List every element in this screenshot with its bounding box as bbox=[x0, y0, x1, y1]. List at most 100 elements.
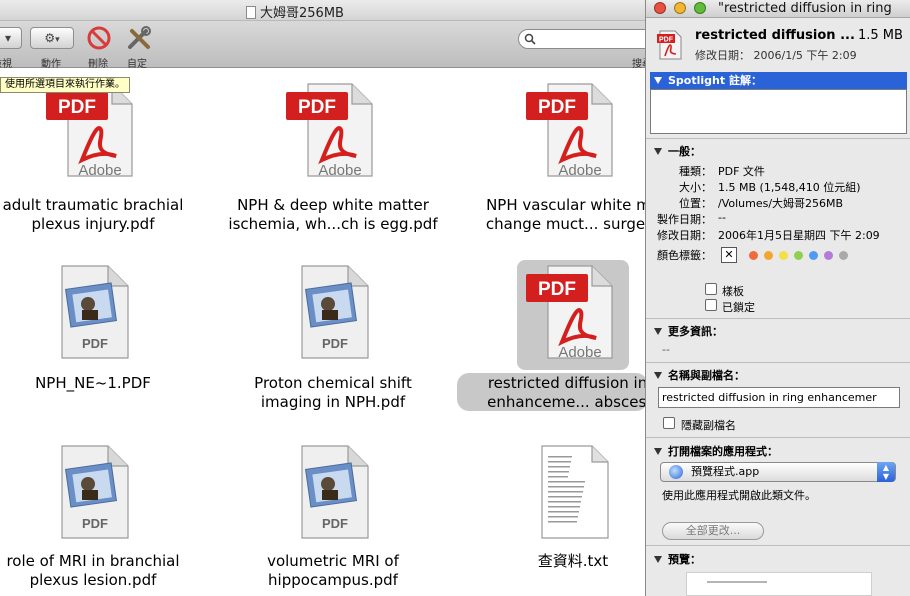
svg-text:PDF: PDF bbox=[322, 336, 348, 351]
disclosure-triangle-icon bbox=[654, 448, 662, 455]
open-with-section-title: 打開檔案的應用程式： bbox=[668, 445, 778, 458]
divider bbox=[646, 138, 910, 139]
general-row-key: 製作日期： bbox=[657, 213, 712, 226]
view-button[interactable]: ▾ bbox=[0, 27, 22, 49]
delete-label: 刪除 bbox=[88, 59, 108, 70]
preview-section-header[interactable]: 預覽： bbox=[654, 551, 701, 567]
locked-checkbox[interactable] bbox=[705, 299, 717, 311]
hide-extension-checkbox[interactable] bbox=[663, 417, 675, 429]
minimize-button[interactable] bbox=[674, 2, 686, 14]
file-name-line: adult traumatic brachial bbox=[2, 196, 184, 214]
file-name[interactable]: role of MRI in branchial plexus lesion.pd… bbox=[0, 552, 208, 590]
acrobat-pdf-icon[interactable]: PDF Adobe bbox=[46, 78, 140, 179]
svg-text:PDF: PDF bbox=[82, 516, 108, 531]
locked-label: 已鎖定 bbox=[722, 301, 755, 314]
label-color-swatch[interactable] bbox=[809, 251, 818, 260]
close-button[interactable] bbox=[654, 2, 666, 14]
info-file-name: restricted diffusion ... bbox=[695, 28, 855, 43]
customize-button[interactable] bbox=[124, 25, 154, 51]
file-name-line: volumetric MRI of bbox=[267, 552, 399, 570]
finder-titlebar[interactable]: 大姆哥256MB bbox=[0, 0, 648, 21]
svg-text:PDF: PDF bbox=[538, 279, 576, 300]
delete-button[interactable] bbox=[86, 25, 112, 51]
svg-text:PDF: PDF bbox=[322, 516, 348, 531]
name-extension-section-header[interactable]: 名稱與副檔名： bbox=[654, 367, 745, 383]
info-titlebar[interactable]: "restricted diffusion in ring bbox=[646, 0, 910, 18]
label-color-swatch[interactable] bbox=[794, 251, 803, 260]
file-name[interactable]: adult traumatic brachial plexus injury.pd… bbox=[0, 196, 208, 234]
text-file-icon[interactable] bbox=[526, 440, 620, 540]
customize-label: 自定 bbox=[127, 59, 147, 70]
svg-text:Adobe: Adobe bbox=[78, 162, 121, 178]
preview-pdf-icon[interactable]: PDF bbox=[46, 260, 140, 360]
popup-arrows-icon: ▲ ▼ bbox=[877, 462, 895, 482]
action-label: 動作 bbox=[41, 59, 61, 70]
acrobat-pdf-icon[interactable]: PDF Adobe bbox=[526, 260, 620, 361]
disclosure-triangle-icon bbox=[654, 148, 662, 155]
file-name[interactable]: NPH vascular white ma change muct... surg… bbox=[458, 196, 648, 234]
divider bbox=[646, 362, 910, 363]
preview-pdf-icon[interactable]: PDF bbox=[286, 260, 380, 360]
open-with-note: 使用此應用程式開啟此類文件。 bbox=[662, 489, 816, 502]
general-section-header[interactable]: 一般： bbox=[654, 143, 701, 159]
file-name[interactable]: Proton chemical shift imaging in NPH.pdf bbox=[218, 374, 448, 412]
chevron-down-icon: ▾ bbox=[55, 35, 60, 45]
change-all-button[interactable]: 全部更改... bbox=[662, 522, 764, 540]
label-color-swatch[interactable] bbox=[749, 251, 758, 260]
action-button[interactable]: ⚙▾ bbox=[30, 27, 74, 49]
file-name-field[interactable]: restricted diffusion in ring enhancemer bbox=[658, 387, 900, 408]
acrobat-pdf-icon[interactable]: PDF Adobe bbox=[526, 78, 620, 179]
disclosure-triangle-icon bbox=[654, 556, 662, 563]
file-name[interactable]: volumetric MRI of hippocampus.pdf bbox=[218, 552, 448, 590]
label-color-swatch[interactable] bbox=[824, 251, 833, 260]
file-name-line: NPH_NE~1.PDF bbox=[35, 374, 151, 392]
search-icon bbox=[524, 33, 536, 45]
file-name[interactable]: 查資料.txt bbox=[458, 552, 648, 571]
template-checkbox[interactable] bbox=[705, 283, 717, 295]
chevron-down-icon: ▾ bbox=[4, 31, 12, 45]
label-color-swatch[interactable] bbox=[779, 251, 788, 260]
info-modified-summary: 修改日期： 2006/1/5 下午 2:09 bbox=[695, 49, 857, 62]
acrobat-pdf-icon[interactable]: PDF Adobe bbox=[286, 78, 380, 179]
general-row-key: 顏色標籤： bbox=[657, 249, 712, 262]
more-info-section-header[interactable]: 更多資訊： bbox=[654, 323, 723, 339]
general-row-key: 位置： bbox=[679, 197, 712, 210]
file-name-line: NPH & deep white matter bbox=[237, 196, 429, 214]
divider bbox=[646, 318, 910, 319]
finder-window-title-text: 大姆哥256MB bbox=[260, 6, 344, 21]
label-none-button[interactable]: ✕ bbox=[721, 247, 737, 263]
spotlight-comments-title: Spotlight 註解： bbox=[668, 74, 762, 87]
open-with-popup[interactable]: 預覽程式.app ▲ ▼ bbox=[660, 462, 896, 482]
svg-text:Adobe: Adobe bbox=[318, 162, 361, 178]
preview-pdf-icon[interactable]: PDF bbox=[46, 440, 140, 540]
open-with-app-name: 預覽程式.app bbox=[691, 465, 760, 478]
tooltip: 使用所選項目來執行作業。 bbox=[0, 77, 130, 93]
view-label: 檢視 bbox=[0, 59, 12, 70]
finder-window-title: 大姆哥256MB bbox=[246, 2, 344, 21]
open-with-section-header[interactable]: 打開檔案的應用程式： bbox=[654, 443, 778, 459]
svg-text:Adobe: Adobe bbox=[558, 344, 601, 360]
disclosure-triangle-icon bbox=[654, 328, 662, 335]
label-color-swatch[interactable] bbox=[839, 251, 848, 260]
file-name[interactable]: NPH & deep white matter ischemia, wh...ch… bbox=[218, 196, 448, 234]
label-color-swatch[interactable] bbox=[764, 251, 773, 260]
file-name-line: plexus lesion.pdf bbox=[29, 571, 157, 589]
spotlight-comments-header[interactable]: Spotlight 註解： bbox=[650, 72, 907, 89]
drive-icon bbox=[246, 6, 256, 19]
svg-text:PDF: PDF bbox=[659, 37, 674, 44]
spotlight-comments-field[interactable] bbox=[650, 89, 907, 134]
file-name-line: imaging in NPH.pdf bbox=[260, 393, 406, 411]
file-name-line: enhanceme... abscess. bbox=[487, 393, 648, 411]
zoom-button[interactable] bbox=[694, 2, 706, 14]
preview-pdf-icon[interactable]: PDF bbox=[286, 440, 380, 540]
preview-section-title: 預覽： bbox=[668, 553, 701, 566]
file-name[interactable]: NPH_NE~1.PDF bbox=[0, 374, 208, 393]
disclosure-triangle-icon bbox=[654, 77, 662, 84]
no-entry-icon bbox=[87, 26, 111, 50]
divider bbox=[646, 545, 910, 546]
search-field[interactable] bbox=[518, 29, 648, 49]
file-name-line: plexus injury.pdf bbox=[31, 215, 155, 233]
svg-text:Adobe: Adobe bbox=[558, 162, 601, 178]
general-row-value: -- bbox=[718, 211, 726, 224]
file-name[interactable]: restricted diffusion in r enhanceme... ab… bbox=[458, 374, 648, 412]
